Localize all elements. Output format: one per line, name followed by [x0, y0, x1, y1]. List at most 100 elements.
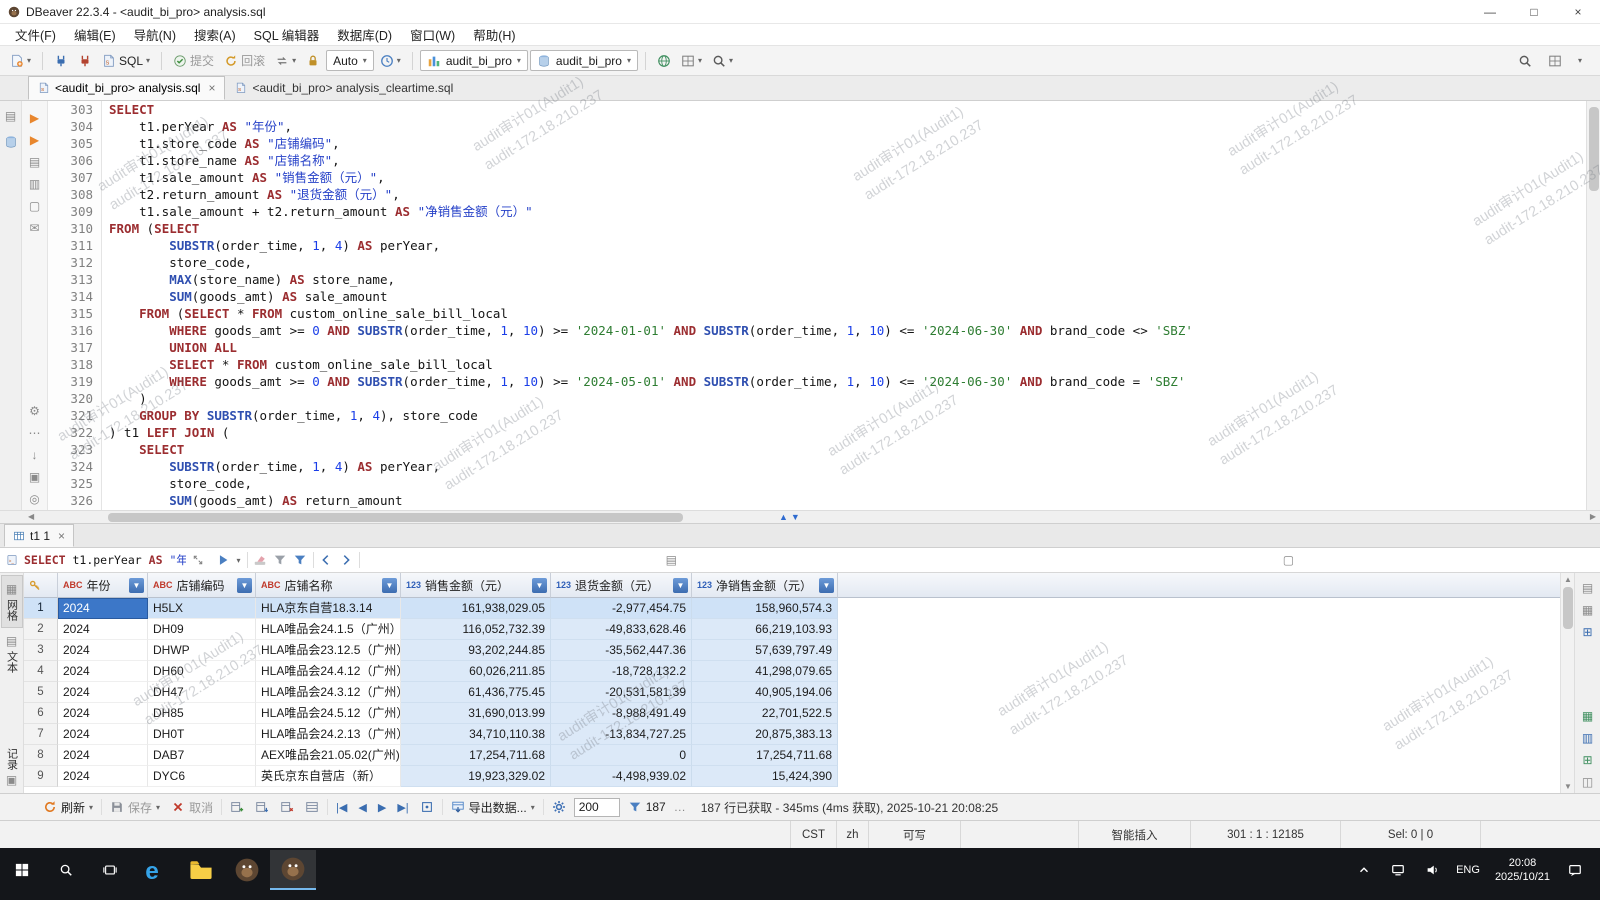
tray-expand-button[interactable] — [1349, 850, 1379, 890]
layout-button[interactable]: ▾ — [677, 51, 706, 71]
connection-select[interactable]: audit_bi_pro▾ — [420, 50, 528, 71]
execute-statement-icon[interactable]: ▶ — [22, 107, 47, 129]
edit-value-button[interactable] — [302, 798, 322, 816]
cell[interactable]: 17,254,711.68 — [692, 745, 838, 766]
menu-item-2[interactable]: 导航(N) — [125, 25, 185, 44]
file-explorer-button[interactable] — [178, 850, 224, 890]
last-row-button[interactable]: ▶| — [394, 801, 411, 814]
menu-item-0[interactable]: 文件(F) — [6, 25, 65, 44]
scroll-right-icon[interactable]: ▶ — [1590, 512, 1596, 521]
editor-tab-0[interactable]: S<audit_bi_pro> analysis.sql× — [28, 76, 225, 100]
cell[interactable]: DHWP — [148, 640, 256, 661]
cell[interactable]: 34,710,110.38 — [401, 724, 551, 745]
new-sql-editor-button[interactable]: ▾ — [6, 51, 35, 71]
cell[interactable]: -4,498,939.02 — [551, 766, 692, 787]
edge-taskbar-button[interactable]: e — [132, 850, 178, 890]
cell[interactable]: 61,436,775.45 — [401, 682, 551, 703]
cell[interactable]: HLA唯品会24.4.12（广州） — [256, 661, 401, 682]
perspective-button[interactable] — [1544, 51, 1566, 71]
add-row-button[interactable] — [227, 798, 247, 816]
disconnect-button[interactable] — [74, 51, 96, 71]
rollback-button[interactable]: 回滚 — [220, 49, 269, 72]
row-number[interactable]: 9 — [24, 766, 58, 787]
menu-item-7[interactable]: 帮助(H) — [464, 25, 524, 44]
previous-row-button[interactable]: ◀ — [355, 801, 369, 814]
target-icon[interactable]: ◎ — [22, 488, 47, 510]
close-results-tab-icon[interactable]: × — [58, 529, 65, 543]
column-filter-dropdown-icon[interactable]: ▼ — [819, 578, 834, 593]
clock[interactable]: 20:08 2025/10/21 — [1489, 856, 1556, 885]
scrollbar-thumb[interactable] — [1589, 107, 1599, 191]
presentation-tab-text[interactable]: ▤文本 — [2, 628, 22, 679]
editor-vertical-scrollbar[interactable] — [1586, 101, 1600, 510]
log-panel-icon[interactable]: ▣ — [22, 466, 47, 488]
cell[interactable]: 2024 — [58, 640, 148, 661]
refresh-button[interactable]: 刷新▾ — [40, 797, 96, 818]
first-row-button[interactable]: |◀ — [333, 801, 350, 814]
grid-vertical-scrollbar[interactable]: ▲ ▼ — [1560, 573, 1574, 793]
export-from-query-icon[interactable]: ↓ — [22, 444, 47, 466]
cell[interactable]: HLA唯品会24.1.5（广州） — [256, 619, 401, 640]
panel-toggle-icon[interactable]: ▤ — [366, 549, 977, 571]
grid-settings-button[interactable] — [549, 798, 569, 816]
column-header-5[interactable]: 123净销售金额（元）▼ — [692, 573, 838, 598]
transaction-mode-button[interactable]: ▾ — [271, 51, 300, 71]
cell[interactable]: DH09 — [148, 619, 256, 640]
editor-tab-1[interactable]: S<audit_bi_pro> analysis_cleartime.sql — [225, 76, 463, 100]
restore-panel-icon[interactable]: ▤ — [0, 105, 21, 127]
metadata-panel-icon[interactable]: ▦ — [1575, 705, 1600, 727]
cell[interactable]: HLA唯品会24.5.12（广州） — [256, 703, 401, 724]
save-button[interactable]: 保存▾ — [107, 797, 163, 818]
taskbar-search-button[interactable] — [44, 850, 88, 890]
scroll-left-icon[interactable]: ◀ — [28, 512, 34, 521]
menu-item-6[interactable]: 窗口(W) — [401, 25, 464, 44]
clear-filter-icon[interactable] — [253, 553, 267, 567]
maximize-button[interactable]: □ — [1512, 0, 1556, 23]
column-header-0[interactable]: ABC年份▼ — [58, 573, 148, 598]
menu-item-3[interactable]: 搜索(A) — [185, 25, 245, 44]
column-header-3[interactable]: 123销售金额（元）▼ — [401, 573, 551, 598]
cell[interactable]: 英氏京东自营店（新） — [256, 766, 401, 787]
value-panel-icon[interactable]: ▤ — [1575, 577, 1600, 599]
minimize-toolbar-button[interactable]: ▾ — [1574, 53, 1586, 68]
grouping-panel-icon[interactable]: ⊞ — [1575, 621, 1600, 643]
row-number[interactable]: 1 — [24, 598, 58, 619]
script-view-icon[interactable]: ▥ — [22, 173, 47, 195]
cell[interactable]: 2024 — [58, 745, 148, 766]
row-number[interactable]: 5 — [24, 682, 58, 703]
tab-close-icon[interactable]: × — [208, 81, 215, 95]
delete-row-button[interactable] — [277, 798, 297, 816]
column-header-2[interactable]: ABC店铺名称▼ — [256, 573, 401, 598]
cell[interactable]: H5LX — [148, 598, 256, 619]
corner-header[interactable] — [24, 573, 58, 598]
references-panel-icon[interactable]: ▥ — [1575, 727, 1600, 749]
row-number[interactable]: 7 — [24, 724, 58, 745]
database-navigator-icon[interactable] — [4, 135, 18, 149]
cell[interactable]: DH85 — [148, 703, 256, 724]
cell[interactable]: 2024 — [58, 598, 148, 619]
cell[interactable]: 2024 — [58, 682, 148, 703]
panel-menu-icon[interactable]: ◫ — [1575, 771, 1600, 793]
cell[interactable]: -13,834,727.25 — [551, 724, 692, 745]
cell[interactable]: HLA京东自营18.3.14 — [256, 598, 401, 619]
autocommit-lock-button[interactable] — [302, 51, 324, 71]
row-number[interactable]: 8 — [24, 745, 58, 766]
editor-horizontal-scrollbar[interactable]: ◀ ▲▼ ▶ — [0, 510, 1600, 524]
forward-icon[interactable] — [339, 553, 353, 567]
maximize-results-icon[interactable]: ▢ — [983, 549, 1594, 571]
start-button[interactable] — [0, 850, 44, 890]
presentation-tab-grid[interactable]: ▦网格 — [1, 575, 23, 628]
app-taskbar-button[interactable] — [224, 850, 270, 890]
expand-filter-icon[interactable] — [192, 554, 204, 566]
cell[interactable]: 57,639,797.49 — [692, 640, 838, 661]
menu-item-4[interactable]: SQL 编辑器 — [245, 25, 329, 44]
commit-button[interactable]: 提交 — [169, 49, 218, 72]
sql-editor-menu-button[interactable]: SSQL▾ — [98, 51, 154, 71]
results-tab[interactable]: t1 1 × — [4, 524, 74, 547]
cell[interactable]: 2024 — [58, 619, 148, 640]
calc-panel-icon[interactable]: ▦ — [1575, 599, 1600, 621]
template-icon[interactable]: ▢ — [22, 195, 47, 217]
scroll-down-icon[interactable]: ▼ — [1564, 782, 1572, 791]
duplicate-row-button[interactable] — [252, 798, 272, 816]
cell[interactable]: 116,052,732.39 — [401, 619, 551, 640]
